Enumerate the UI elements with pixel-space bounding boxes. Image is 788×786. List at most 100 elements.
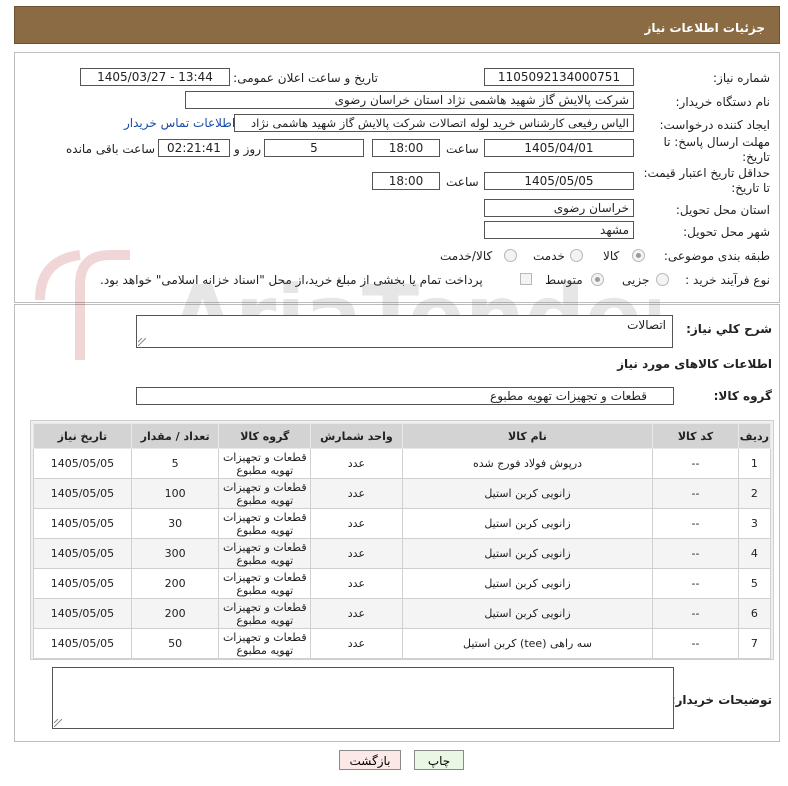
col-item-name: نام کالا	[401, 423, 654, 449]
table-row: 6 -- زانویی کربن استیل عدد قطعات و تجهیز…	[33, 598, 772, 629]
cell-item-code: --	[652, 568, 739, 599]
cell-item-name: درپوش فولاد فورج شده	[401, 448, 654, 479]
cell-unit: عدد	[310, 598, 403, 629]
need-number-label: شماره نیاز:	[713, 71, 770, 85]
cell-item-name: زانویی کربن استیل	[401, 568, 654, 599]
days-label: روز و	[234, 142, 261, 156]
cell-need-date: 1405/05/05	[33, 568, 132, 599]
category-label: طبقه بندی موضوعی:	[663, 249, 770, 263]
buyer-contact-link[interactable]: اطلاعات تماس خریدار	[124, 116, 235, 130]
summary-value: اتصالات	[627, 318, 666, 332]
need-number-field: 1105092134000751	[484, 68, 634, 86]
delivery-city-label: شهر محل تحویل:	[683, 225, 770, 239]
cell-item-code: --	[652, 628, 739, 659]
cell-unit: عدد	[310, 568, 403, 599]
cell-need-date: 1405/05/05	[33, 628, 132, 659]
page-title: جزئیات اطلاعات نیاز	[644, 21, 765, 35]
cell-row-number: 6	[737, 598, 772, 629]
cell-row-number: 2	[737, 478, 772, 509]
cell-row-number: 1	[737, 448, 772, 479]
cell-need-date: 1405/05/05	[33, 598, 132, 629]
cell-quantity: 300	[130, 538, 220, 569]
buyer-notes-textarea	[52, 667, 674, 729]
goods-group-field: قطعات و تجهیزات تهویه مطبوع	[136, 387, 674, 405]
process-radio-medium[interactable]	[591, 273, 604, 286]
cell-item-group: قطعات و تجهیزات تهویه مطبوع	[218, 628, 312, 659]
buyer-org-field: شرکت پالایش گاز شهید هاشمی نژاد استان خر…	[185, 91, 634, 109]
reply-deadline-label: مهلت ارسال پاسخ: تا تاریخ:	[663, 135, 770, 164]
reply-date-field: 1405/04/01	[484, 139, 634, 157]
announce-field: 1405/03/27 - 13:44	[80, 68, 230, 86]
buyer-notes-label: توضیحات خریدار:	[670, 693, 772, 707]
cell-need-date: 1405/05/05	[33, 508, 132, 539]
process-option-medium: متوسط	[545, 273, 583, 287]
cell-need-date: 1405/05/05	[33, 478, 132, 509]
cell-need-date: 1405/05/05	[33, 448, 132, 479]
cell-quantity: 50	[130, 628, 220, 659]
goods-group-label: گروه کالا:	[713, 389, 772, 403]
col-item-code: کد کالا	[652, 423, 739, 449]
items-table: ردیف کد کالا نام کالا واحد شمارش گروه کا…	[33, 423, 772, 659]
category-radio-goods-service[interactable]	[504, 249, 517, 262]
cell-row-number: 5	[737, 568, 772, 599]
col-unit: واحد شمارش	[310, 423, 403, 449]
reply-time-label: ساعت	[446, 142, 479, 156]
resize-grip-icon[interactable]	[138, 338, 146, 346]
cell-quantity: 100	[130, 478, 220, 509]
cell-item-group: قطعات و تجهیزات تهویه مطبوع	[218, 598, 312, 629]
cell-item-name: سه راهی (tee) کربن استیل	[401, 628, 654, 659]
table-row: 2 -- زانویی کربن استیل عدد قطعات و تجهیز…	[33, 478, 772, 509]
price-date-field: 1405/05/05	[484, 172, 634, 190]
cell-unit: عدد	[310, 508, 403, 539]
cell-item-group: قطعات و تجهیزات تهویه مطبوع	[218, 538, 312, 569]
category-radio-service[interactable]	[570, 249, 583, 262]
col-row-number: ردیف	[737, 423, 772, 449]
cell-item-code: --	[652, 598, 739, 629]
process-radio-minor[interactable]	[656, 273, 669, 286]
cell-unit: عدد	[310, 538, 403, 569]
cell-item-name: زانویی کربن استیل	[401, 538, 654, 569]
cell-item-code: --	[652, 508, 739, 539]
category-option-service: خدمت	[533, 249, 565, 263]
cell-item-name: زانویی کربن استیل	[401, 598, 654, 629]
table-row: 5 -- زانویی کربن استیل عدد قطعات و تجهیز…	[33, 568, 772, 599]
process-type-label: نوع فرآیند خرید :	[685, 273, 770, 287]
cell-item-group: قطعات و تجهیزات تهویه مطبوع	[218, 448, 312, 479]
creator-field: الیاس رفیعی کارشناس خرید لوله اتصالات شر…	[234, 114, 634, 132]
cell-item-code: --	[652, 448, 739, 479]
cell-row-number: 4	[737, 538, 772, 569]
resize-grip-icon[interactable]	[54, 719, 62, 727]
cell-quantity: 30	[130, 508, 220, 539]
table-row: 4 -- زانویی کربن استیل عدد قطعات و تجهیز…	[33, 538, 772, 569]
delivery-province-field: خراسان رضوی	[484, 199, 634, 217]
days-field: 5	[264, 139, 364, 157]
cell-row-number: 3	[737, 508, 772, 539]
cell-row-number: 7	[737, 628, 772, 659]
items-table-header: ردیف کد کالا نام کالا واحد شمارش گروه کا…	[33, 423, 772, 449]
back-button[interactable]: بازگشت	[339, 750, 401, 770]
remaining-time-field: 02:21:41	[158, 139, 230, 157]
cell-quantity: 5	[130, 448, 220, 479]
table-row: 3 -- زانویی کربن استیل عدد قطعات و تجهیز…	[33, 508, 772, 539]
cell-unit: عدد	[310, 478, 403, 509]
cell-quantity: 200	[130, 568, 220, 599]
treasury-payment-note: پرداخت تمام یا بخشی از مبلغ خرید،از محل …	[100, 273, 483, 287]
print-button[interactable]: چاپ	[414, 750, 464, 770]
cell-need-date: 1405/05/05	[33, 538, 132, 569]
table-row: 1 -- درپوش فولاد فورج شده عدد قطعات و تج…	[33, 448, 772, 479]
goods-group-value: قطعات و تجهیزات تهویه مطبوع	[490, 389, 647, 403]
cell-unit: عدد	[310, 448, 403, 479]
treasury-payment-checkbox[interactable]	[520, 273, 532, 285]
col-item-group: گروه کالا	[218, 423, 312, 449]
category-radio-goods[interactable]	[632, 249, 645, 262]
cell-item-name: زانویی کربن استیل	[401, 478, 654, 509]
cell-item-group: قطعات و تجهیزات تهویه مطبوع	[218, 478, 312, 509]
cell-item-name: زانویی کربن استیل	[401, 508, 654, 539]
price-time-field: 18:00	[372, 172, 440, 190]
announce-label: تاریخ و ساعت اعلان عمومی:	[233, 71, 378, 85]
price-deadline-label: حداقل تاریخ اعتبار قیمت: تا تاریخ:	[643, 166, 770, 195]
price-time-label: ساعت	[446, 175, 479, 189]
process-option-minor: جزیی	[622, 273, 650, 287]
page-header: جزئیات اطلاعات نیاز	[14, 6, 780, 44]
cell-item-code: --	[652, 478, 739, 509]
